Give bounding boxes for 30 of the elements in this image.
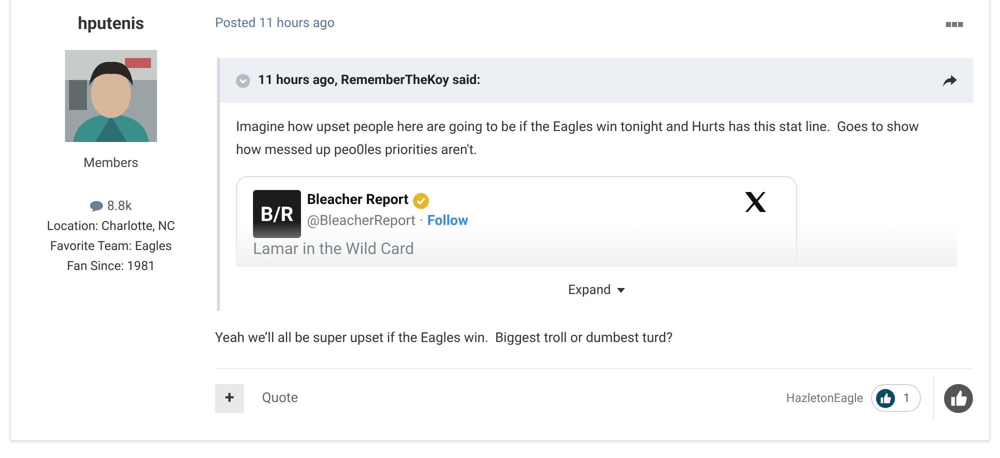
x-logo-icon: [744, 192, 766, 212]
publisher-logo: B/R: [253, 190, 301, 238]
account-name: Bleacher Report: [307, 191, 409, 210]
account-handle: @BleacherReport: [307, 212, 416, 231]
reaction-count-pill[interactable]: 1: [871, 384, 921, 412]
tweet-preview-text: Lamar in the Wild Card: [253, 239, 416, 259]
post-count: 8.8k: [107, 198, 132, 216]
speech-bubble-icon: [90, 201, 104, 212]
expand-button[interactable]: Expand: [568, 281, 625, 300]
member-group: Members: [84, 154, 138, 173]
post-date[interactable]: Posted 11 hours ago: [215, 14, 335, 34]
separator-dot: ·: [420, 212, 424, 231]
quote-text: Imagine how upset people here are going to be if the Eagles win tonight and Hurts has this stat line. Goes to show how messed up peo0les priorities aren't.: [235, 118, 920, 160]
quote-citation: 11 hours ago, RememberTheKoy said:: [258, 72, 482, 90]
reply-text: Yeah we’ll all be super upset if the Eagles win. Biggest troll or dumbest turd?: [215, 328, 674, 348]
liker-name[interactable]: HazletonEagle: [786, 389, 864, 408]
follow-link[interactable]: Follow: [427, 211, 468, 232]
caret-icon: [616, 288, 625, 294]
like-icon[interactable]: [944, 384, 973, 413]
thumbs-up-icon: [876, 388, 896, 408]
profile-field: Location: Charlotte, NC: [46, 216, 176, 236]
author-name[interactable]: hputenis: [78, 12, 144, 38]
reaction-count: 1: [903, 390, 910, 408]
profile-field: Fan Since: 1981: [66, 256, 156, 276]
multiquote-button[interactable]: +: [215, 384, 244, 413]
quote-button[interactable]: Quote: [262, 388, 298, 408]
verified-badge-icon: [412, 192, 429, 208]
more-options-icon[interactable]: [946, 22, 963, 26]
profile-field: Favorite Team: Eagles: [50, 236, 172, 256]
share-arrow-icon[interactable]: [943, 74, 957, 86]
